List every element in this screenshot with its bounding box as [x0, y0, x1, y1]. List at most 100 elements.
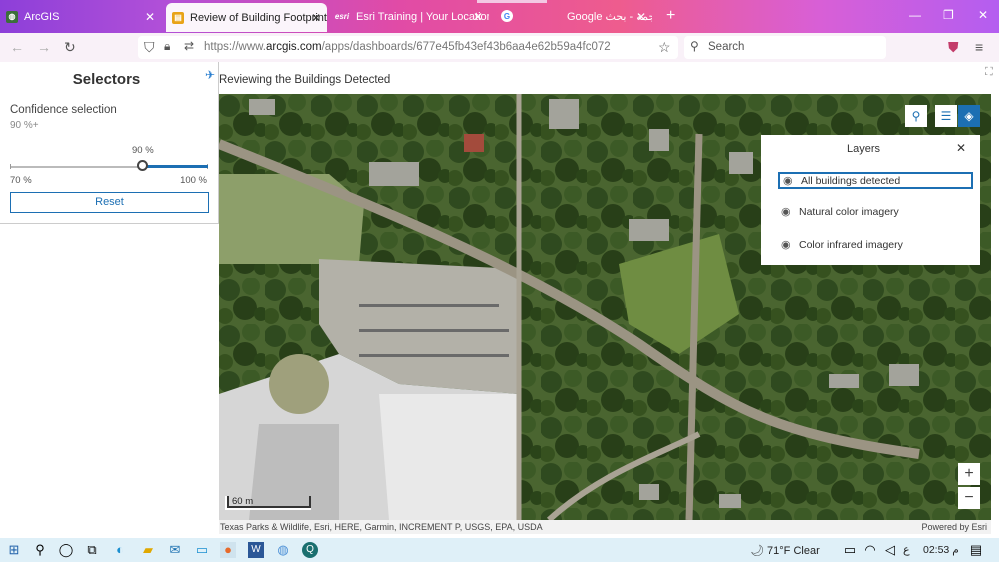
dashboard: Selectors ✈ Confidence selection 90 %+ 9… — [0, 62, 999, 534]
battery-icon[interactable]: ▭ — [842, 542, 858, 558]
map-search-button[interactable]: ⚲ — [905, 105, 927, 127]
layers-panel: Layers ✕ ◉ All buildings detected ◉ Natu… — [761, 135, 980, 265]
mail-icon[interactable]: ✉ — [167, 542, 183, 558]
eye-icon[interactable]: ◉ — [781, 205, 791, 220]
tab-title: ArcGIS — [24, 10, 60, 23]
close-window-icon[interactable]: ✕ — [978, 8, 988, 22]
forward-icon[interactable]: → — [37, 39, 51, 55]
new-tab-icon[interactable]: + — [666, 7, 675, 25]
attribution-text: Texas Parks & Wildlife, Esri, HERE, Garm… — [220, 522, 543, 532]
map-attribution: Texas Parks & Wildlife, Esri, HERE, Garm… — [219, 520, 991, 534]
windows-start-icon[interactable]: ⊞ — [6, 542, 22, 558]
layers-icon: ◈ — [964, 109, 974, 123]
close-icon[interactable]: ✕ — [956, 141, 966, 155]
search-icon[interactable]: ⚲ — [32, 542, 48, 558]
close-tab-icon[interactable]: ✕ — [311, 11, 321, 25]
url-text: https://www.arcgis.com/apps/dashboards/6… — [204, 41, 611, 53]
word-icon[interactable]: W — [248, 542, 264, 558]
paint-icon[interactable]: ◍ — [275, 542, 291, 558]
esri-logo-icon: esri — [334, 12, 350, 21]
slider-fill — [142, 165, 208, 168]
tab-title: Google ترجمة - بحث — [567, 11, 652, 23]
satellite-map[interactable]: ⚲ ☰ ◈ Layers ✕ ◉ All buildings detected … — [219, 94, 991, 520]
tab-esri-training[interactable]: esri Esri Training | Your Location for ✕ — [334, 0, 489, 33]
volume-icon[interactable]: ◁ — [882, 542, 898, 558]
eye-icon[interactable]: ◉ — [781, 238, 791, 253]
confidence-slider[interactable]: 90 % — [10, 145, 208, 171]
weather-widget[interactable]: 🌙︎ 71°F Clear — [750, 544, 820, 557]
layers-button[interactable]: ◈ — [958, 105, 980, 127]
slider-thumb-label: 90 % — [131, 145, 154, 156]
layer-label: All buildings detected — [801, 175, 901, 187]
permissions-icon[interactable]: ⇄ — [184, 39, 194, 53]
eye-icon[interactable]: ◉ — [783, 174, 793, 189]
selectors-panel: Selectors ✈ Confidence selection 90 %+ 9… — [0, 62, 219, 224]
map-title: Reviewing the Buildings Detected — [219, 74, 391, 86]
close-tab-icon[interactable]: ✕ — [145, 10, 155, 24]
shield-icon[interactable]: ⛉ — [144, 39, 155, 56]
arcgis-pro-icon[interactable]: Q — [302, 542, 318, 558]
bookmark-star-icon[interactable]: ☆ — [658, 39, 671, 56]
dashboard-icon: ▤ — [172, 11, 184, 24]
confidence-label: Confidence selection — [10, 104, 117, 116]
screen: ◍ ArcGIS ✕ ▤ Review of Building Footprin… — [0, 0, 999, 562]
search-icon: ⚲ — [690, 39, 699, 53]
confidence-value: 90 %+ — [10, 120, 39, 131]
scale-bar: 60 m — [225, 496, 311, 510]
search-icon: ⚲ — [911, 109, 921, 123]
browser-search-box[interactable]: ⚲ Search — [684, 36, 886, 59]
slider-thumb[interactable] — [136, 160, 148, 171]
layer-item-all-buildings[interactable]: ◉ All buildings detected — [778, 172, 973, 189]
close-tab-icon[interactable]: ✕ — [473, 10, 483, 24]
legend-button[interactable]: ☰ — [935, 105, 957, 127]
notifications-icon[interactable]: ▤ — [968, 542, 984, 558]
close-tab-icon[interactable]: ✕ — [636, 10, 646, 24]
panel-title: Selectors — [72, 71, 141, 88]
edge-icon[interactable]: ◐ — [112, 542, 128, 558]
menu-icon[interactable]: ≡ — [975, 39, 983, 55]
layer-label: Natural color imagery — [799, 206, 899, 218]
lock-icon[interactable]: 🔒︎ — [164, 39, 170, 54]
zoom-in-button[interactable]: + — [958, 463, 980, 485]
pocket-icon[interactable]: ⛊ — [948, 39, 959, 56]
remote-desktop-icon[interactable]: ▭ — [194, 542, 210, 558]
slider-tick — [10, 164, 11, 169]
windows-taskbar: ⊞ ⚲ ◯ ⧉ ◐ ▰ ✉ ▭ ● W ◍ Q 🌙︎ 71°F Clear ▭ … — [0, 538, 999, 562]
tab-review-dashboard[interactable]: ▤ Review of Building Footprint re ✕ — [166, 3, 327, 32]
reload-icon[interactable]: ↻ — [64, 39, 76, 56]
google-icon: G — [501, 10, 513, 22]
powered-by-esri[interactable]: Powered by Esri — [921, 520, 987, 534]
layers-panel-title: Layers — [846, 143, 881, 155]
restore-icon[interactable]: ❐ — [943, 8, 954, 22]
slider-max-label: 100 % — [180, 175, 207, 186]
layer-item-color-infrared[interactable]: ◉ Color infrared imagery — [778, 238, 973, 255]
fullscreen-icon[interactable]: ⛶ — [985, 66, 993, 79]
search-placeholder: Search — [708, 41, 745, 53]
weather-text: Clear — [793, 545, 820, 557]
minimize-icon[interactable]: — — [909, 8, 921, 22]
zoom-out-button[interactable]: − — [958, 487, 980, 509]
clock[interactable]: 02:53 م — [923, 544, 959, 556]
firefox-icon[interactable]: ● — [220, 542, 236, 558]
legend-list-icon: ☰ — [940, 109, 952, 123]
cortana-icon[interactable]: ◯ — [58, 542, 74, 558]
browser-nav-bar: ← → ↻ ⛉ 🔒︎ ⇄ https://www.arcgis.com/apps… — [0, 33, 999, 62]
scale-label: 60 m — [232, 496, 254, 507]
tab-google-translate[interactable]: G Google ترجمة - بحث ✕ — [497, 0, 652, 33]
wifi-icon[interactable]: ◠ — [862, 542, 878, 558]
plus-icon: + — [964, 465, 974, 482]
tab-title: Esri Training | Your Location for — [356, 10, 489, 23]
file-explorer-icon[interactable]: ▰ — [140, 542, 156, 558]
slider-min-label: 70 % — [10, 175, 32, 186]
tab-arcgis[interactable]: ◍ ArcGIS ✕ — [6, 0, 161, 33]
pin-icon[interactable]: ✈ — [205, 68, 215, 82]
address-bar[interactable]: ⛉ 🔒︎ ⇄ https://www.arcgis.com/apps/dashb… — [138, 36, 678, 59]
language-indicator[interactable]: ع — [903, 543, 910, 556]
layer-item-natural-color[interactable]: ◉ Natural color imagery — [778, 205, 973, 222]
reset-button[interactable]: Reset — [10, 192, 209, 213]
task-view-icon[interactable]: ⧉ — [84, 542, 100, 558]
tab-title: Review of Building Footprint re — [190, 11, 327, 24]
minus-icon: − — [964, 489, 974, 506]
back-icon[interactable]: ← — [10, 39, 24, 55]
browser-tab-strip: ◍ ArcGIS ✕ ▤ Review of Building Footprin… — [0, 0, 999, 33]
